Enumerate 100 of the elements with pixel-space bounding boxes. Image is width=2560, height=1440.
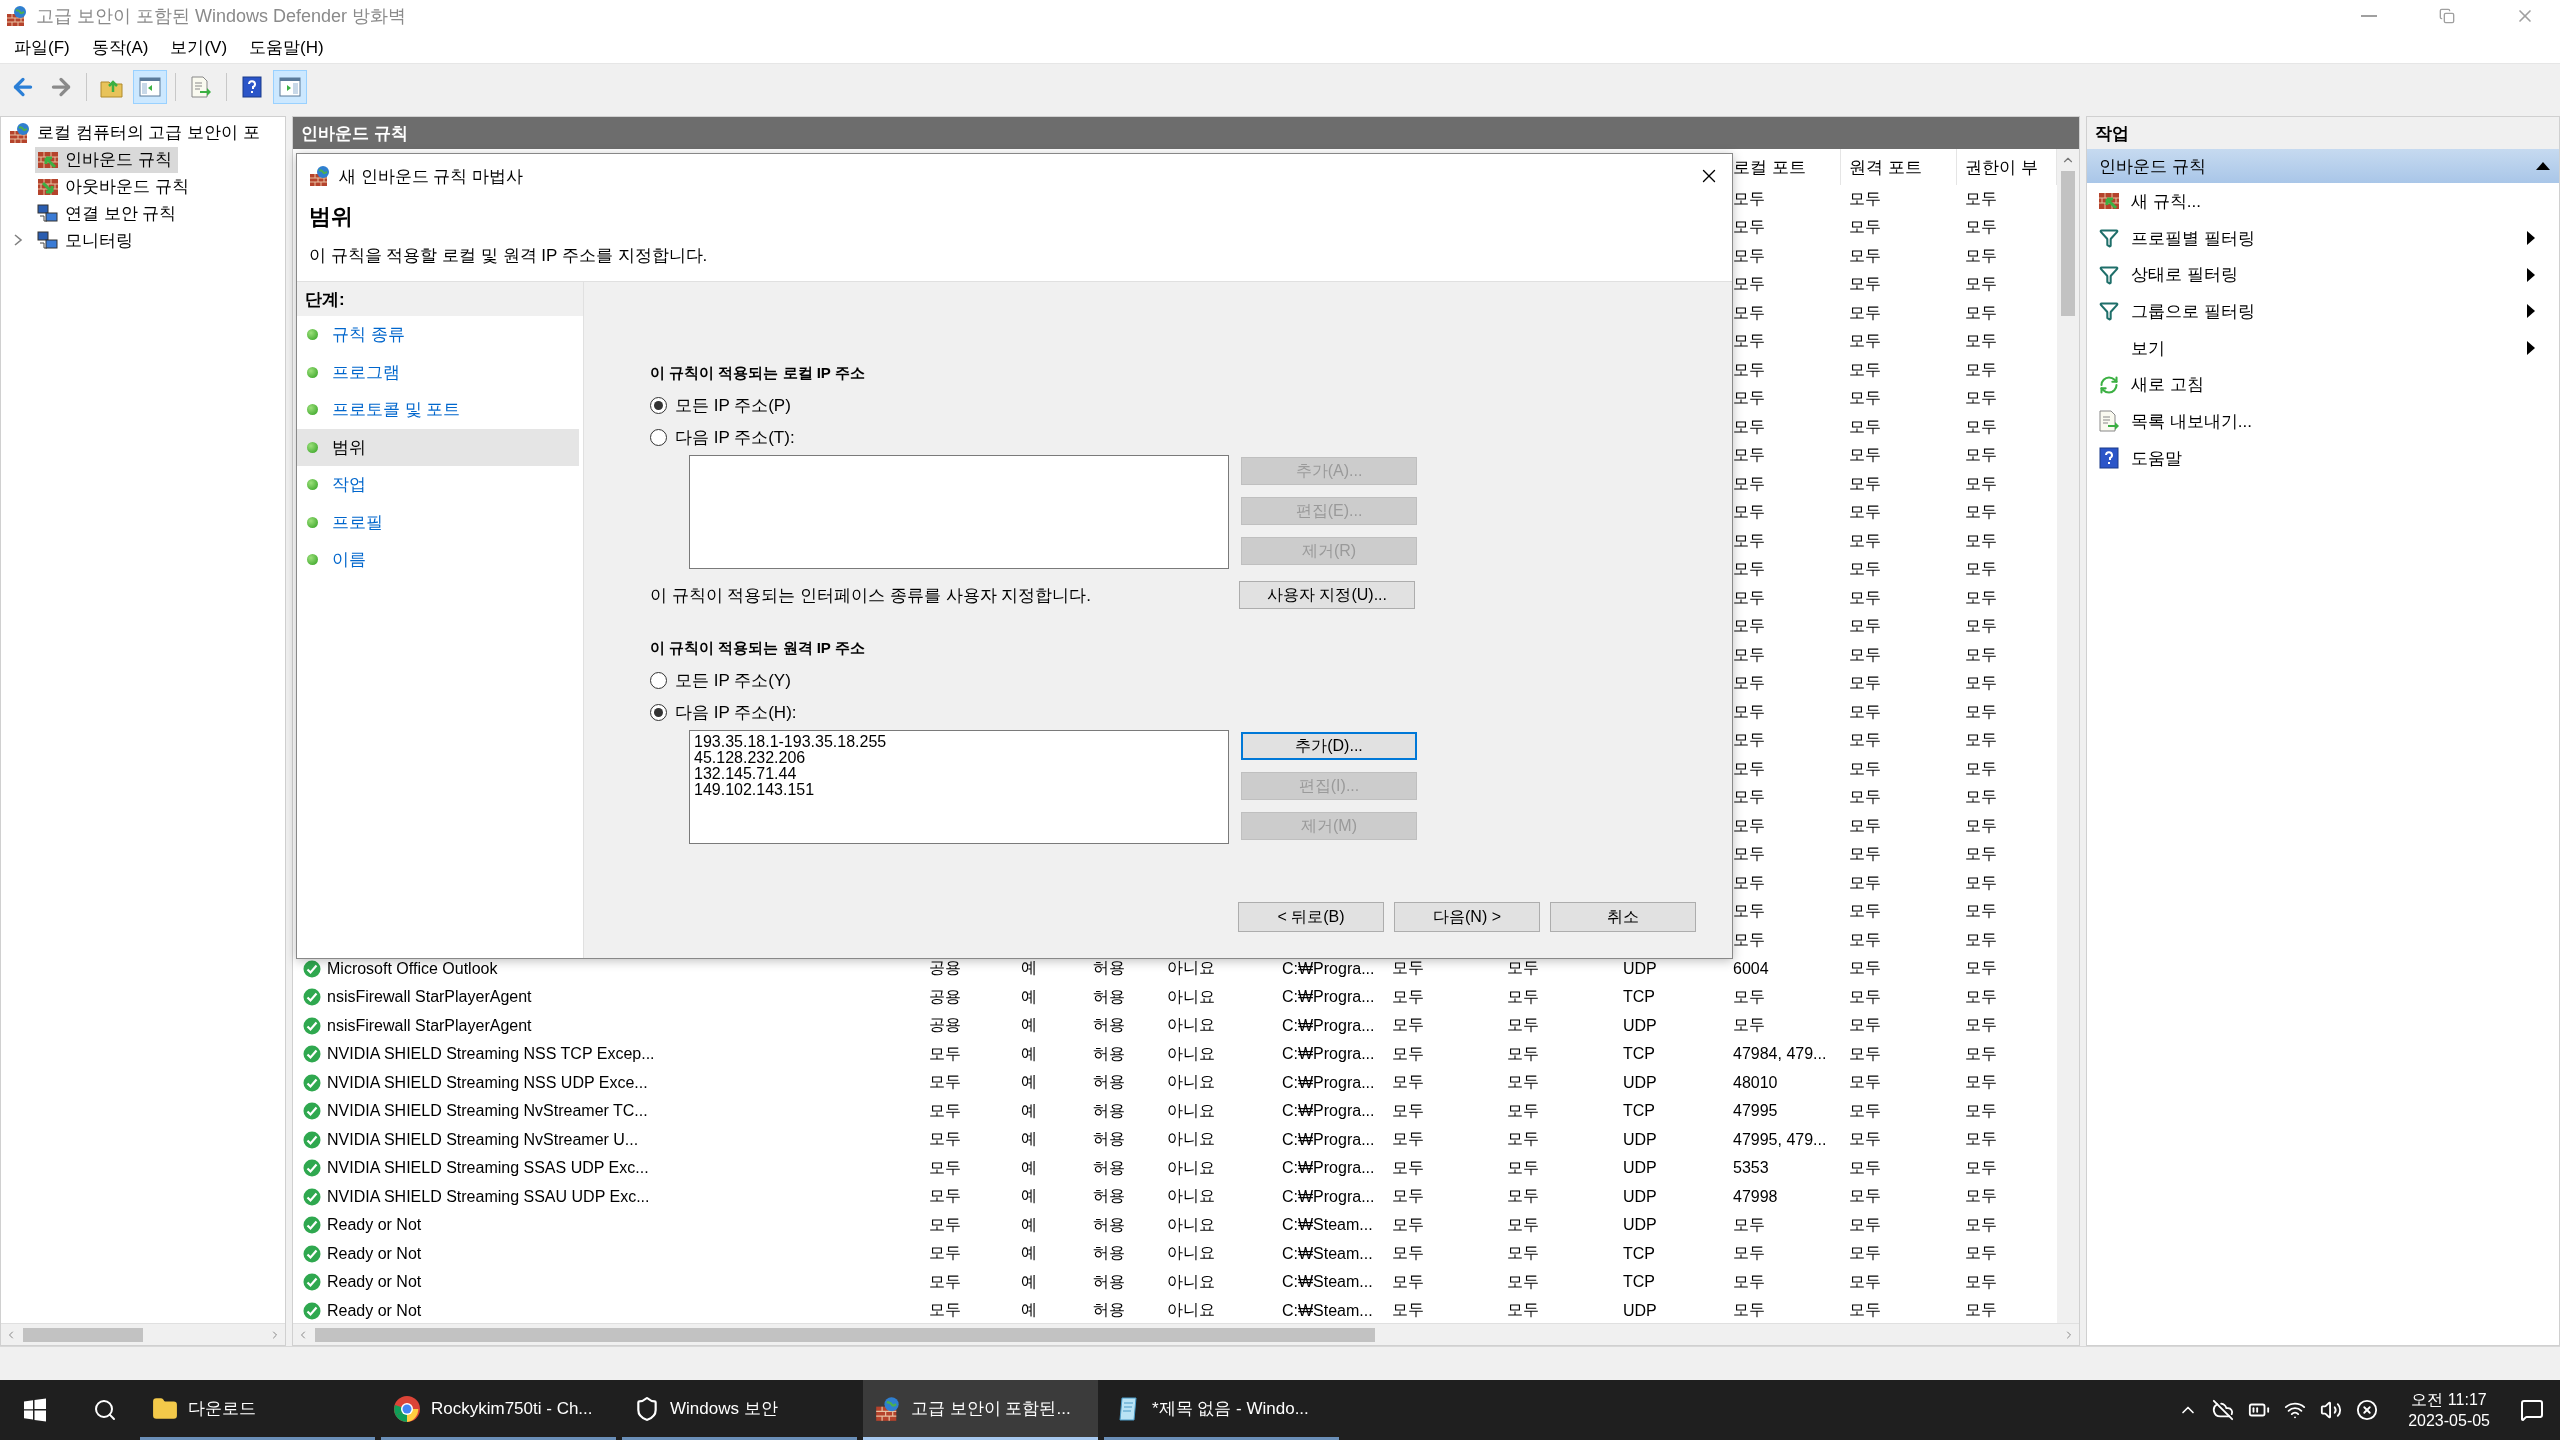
table-cell-text: 모두 [1506, 1157, 1540, 1178]
table-cell-text: C:₩Progra... [1281, 1102, 1376, 1121]
dialog-button[interactable]: 추가(D)... [1241, 732, 1417, 760]
ip-address[interactable]: 149.102.143.151 [694, 782, 1224, 798]
table-cell-text: 모두 [1732, 388, 1766, 409]
export-list-icon [190, 76, 212, 98]
table-cell-text: C:₩Progra... [1281, 1045, 1376, 1064]
taskbar-item[interactable]: *제목 없음 - Windo... [1104, 1380, 1339, 1440]
action-item[interactable]: 새로 고침 [2087, 366, 2541, 404]
radio-button[interactable] [650, 396, 667, 414]
action-item[interactable]: 보기 [2087, 329, 2541, 367]
action-item[interactable]: 도움말 [2087, 439, 2541, 477]
table-cell-text: 모두 [1964, 815, 1998, 836]
tree-item[interactable]: 인바운드 규칙 [35, 146, 178, 173]
action-item[interactable]: 그룹으로 필터링 [2087, 293, 2541, 330]
table-cell-text: 모두 [1964, 502, 1998, 523]
section-header[interactable]: 인바운드 규칙 [2087, 149, 2559, 183]
brick-wall-arrow-icon [37, 149, 59, 170]
table-cell-text: C:₩Steam... [1281, 1301, 1374, 1320]
table-cell-text: 모두 [1848, 1186, 1882, 1207]
table-cell-text: 모두 [1964, 644, 1998, 665]
notification-icon[interactable] [2520, 1398, 2544, 1422]
table-cell-text: 모두 [1848, 1271, 1882, 1292]
table-cell-text: 모두 [928, 1243, 962, 1264]
radio-option[interactable]: 다음 IP 주소(H): [650, 696, 1732, 728]
scroll-thumb[interactable] [2061, 171, 2075, 316]
step-item[interactable]: 프로그램 [297, 353, 579, 391]
ip-address-list[interactable] [689, 455, 1229, 569]
action-item[interactable]: 목록 내보내기... [2087, 403, 2541, 440]
taskbar-item[interactable]: Windows 보안 [622, 1380, 857, 1440]
table-cell-text: 모두 [1964, 388, 1998, 409]
table-cell-text: 모두 [1732, 188, 1766, 209]
export-list-icon [2098, 410, 2120, 433]
table-cell-text: 아니요 [1166, 1129, 1216, 1150]
scrollbar[interactable] [293, 1323, 2079, 1345]
volume-icon[interactable] [2320, 1399, 2343, 1421]
tree-item[interactable]: 아웃바운드 규칙 [35, 173, 195, 200]
toolbar-button[interactable] [133, 70, 167, 104]
table-cell-text: 모두 [1506, 1271, 1540, 1292]
step-item[interactable]: 규칙 종류 [297, 316, 579, 354]
step-item[interactable]: 작업 [297, 466, 579, 504]
table-cell-text: 모두 [1964, 1100, 1998, 1121]
column-header[interactable]: 원격 포트 [1841, 149, 1957, 185]
tree-item[interactable]: 모니터링 [35, 227, 139, 254]
cloud-icon[interactable] [2212, 1399, 2235, 1421]
check-icon [303, 1016, 321, 1035]
taskbar-item[interactable]: 고급 보안이 포함된... [863, 1380, 1098, 1440]
tree-item[interactable]: 로컬 컴퓨터의 고급 보안이 포 [7, 119, 266, 146]
radio-button[interactable] [650, 428, 667, 446]
menu-item[interactable]: 도움말(H) [243, 34, 336, 61]
menu-item[interactable]: 보기(V) [164, 34, 240, 61]
table-cell-text: TCP [1622, 988, 1656, 1007]
ip-address-list[interactable]: 193.35.18.1-193.35.18.255 45.128.232.206 132.145.71.44 149.102.143.151 [689, 730, 1229, 844]
scrollbar[interactable] [2057, 149, 2079, 1323]
table-cell-text: 모두 [1848, 1243, 1882, 1264]
footer-button[interactable]: 다음(N) > [1394, 902, 1540, 932]
taskbar-item[interactable]: Rockykim750ti - Ch... [381, 1380, 616, 1440]
table-cell-text: 모두 [928, 1072, 962, 1093]
table-cell-text: 모두 [1732, 331, 1766, 352]
menu-item[interactable]: 동작(A) [85, 34, 161, 61]
scrollbar[interactable] [1, 1323, 285, 1345]
table-cell-text: 허용 [1092, 986, 1126, 1007]
table-cell-text: 모두 [928, 1129, 962, 1150]
start-icon[interactable] [23, 1398, 47, 1422]
radio-option[interactable]: 다음 IP 주소(T): [650, 421, 1732, 453]
table-cell-text: 모두 [1732, 1243, 1766, 1264]
footer-button[interactable]: 취소 [1550, 902, 1696, 932]
table-cell-text: 모두 [1848, 1129, 1882, 1150]
action-item[interactable]: 새 규칙... [2087, 183, 2541, 220]
search-icon[interactable] [93, 1398, 117, 1422]
step-item[interactable]: 프로토콜 및 포트 [297, 391, 579, 429]
table-cell-text: 모두 [1964, 958, 1998, 979]
error-icon[interactable] [2356, 1399, 2379, 1421]
scroll-thumb[interactable] [23, 1327, 143, 1342]
radio-button[interactable] [650, 703, 667, 721]
ip-address[interactable]: 45.128.232.206 [694, 750, 1224, 766]
table-cell-text: C:₩Steam... [1281, 1273, 1374, 1292]
clock[interactable]: 오전 11:17 2023-05-05 [2408, 1389, 2490, 1431]
action-item[interactable]: 프로필별 필터링 [2087, 219, 2541, 257]
radio-button[interactable] [650, 671, 667, 689]
action-item[interactable]: 상태로 필터링 [2087, 256, 2541, 294]
radio-option[interactable]: 모든 IP 주소(Y) [650, 664, 1732, 696]
table-cell-text: 모두 [1732, 502, 1766, 523]
table-cell-text: 예 [1020, 1072, 1038, 1093]
table-cell-text: C:₩Progra... [1281, 1073, 1376, 1092]
ip-address[interactable]: 132.145.71.44 [694, 766, 1224, 782]
tree-item[interactable]: 연결 보안 규칙 [35, 200, 183, 227]
footer-button[interactable]: < 뒤로(B) [1238, 902, 1384, 932]
step-item[interactable]: 이름 [297, 541, 579, 579]
toolbar-button[interactable] [273, 70, 307, 104]
taskbar-item[interactable]: 다운로드 [140, 1380, 375, 1440]
step-item[interactable]: 프로필 [297, 503, 579, 541]
table-cell-text: 모두 [1848, 872, 1882, 893]
radio-option[interactable]: 모든 IP 주소(P) [650, 389, 1732, 421]
scroll-thumb[interactable] [315, 1327, 1375, 1342]
menu-item[interactable]: 파일(F) [8, 34, 82, 61]
collapse-icon[interactable] [2535, 161, 2551, 171]
ip-address[interactable]: 193.35.18.1-193.35.18.255 [694, 734, 1224, 750]
customize-button[interactable]: 사용자 지정(U)... [1239, 581, 1415, 609]
step-item[interactable]: 범위 [297, 428, 579, 466]
